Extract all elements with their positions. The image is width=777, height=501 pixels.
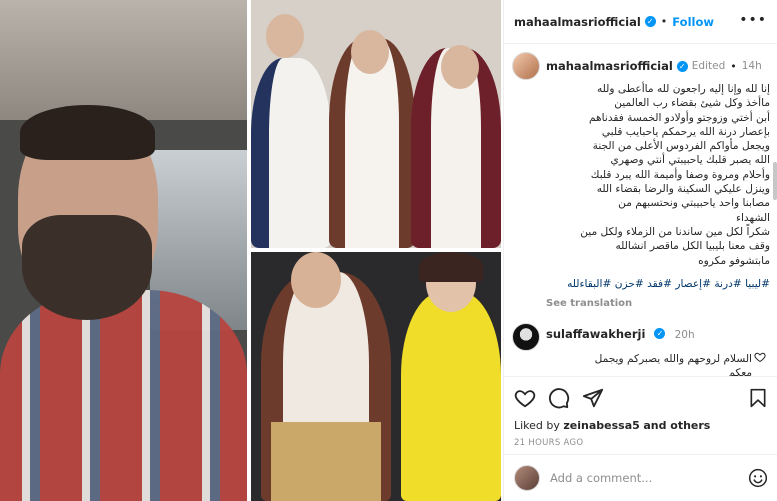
bookmark-icon[interactable] — [748, 387, 768, 409]
photo-man-in-car — [0, 0, 247, 501]
comment-heart-icon[interactable] — [754, 351, 766, 363]
scrollbar-thumb[interactable] — [773, 162, 777, 200]
comment-text: السلام لروحهم والله يصبركم ويجمل معكم — [594, 352, 752, 376]
likes-suffix[interactable]: and others — [643, 419, 710, 432]
verified-badge-icon: ✓ — [676, 60, 688, 72]
more-dots-icon[interactable]: ••• — [739, 12, 767, 28]
caption-text: إنا لله وإنا إليه راجعون لله ماأعطى ولله… — [580, 83, 770, 267]
post-timestamp[interactable]: 21 HOURS AGO — [514, 438, 768, 448]
comment-time[interactable]: 20h — [675, 329, 695, 341]
follow-button[interactable]: Follow — [672, 15, 714, 29]
edited-label: Edited — [691, 60, 726, 72]
heart-icon[interactable] — [514, 387, 536, 409]
separator-dot: • — [730, 59, 737, 73]
comments-scroll-area[interactable]: mahaalmasriofficial ✓ Edited • 14h إنا ل… — [504, 44, 777, 376]
verified-badge-icon: ✓ — [654, 327, 666, 339]
caption-time[interactable]: 14h — [742, 60, 762, 72]
likes-prefix: Liked by — [514, 419, 560, 432]
comment-username[interactable]: sulaffawakherji — [546, 327, 645, 341]
comment-item: sulaffawakherji ✓ 20h السلام لروحهم والل… — [512, 322, 772, 376]
header-username[interactable]: mahaalmasriofficial — [514, 15, 641, 29]
verified-badge-icon: ✓ — [644, 16, 656, 27]
post-side-panel: mahaalmasriofficial ✓ • Follow ••• mahaa… — [503, 0, 777, 501]
instagram-post: mahaalmasriofficial ✓ • Follow ••• mahaa… — [0, 0, 777, 501]
avatar[interactable] — [512, 52, 540, 80]
photo-boy-and-girl — [251, 252, 501, 501]
caption-hashtags[interactable]: #ليبيا #درنة #إعصار #فقد #حزن #البقاءلله — [546, 278, 770, 290]
add-comment-input[interactable] — [550, 471, 748, 485]
add-comment-bar — [504, 454, 777, 501]
likes-user[interactable]: zeinabessa5 — [563, 419, 639, 432]
post-header: mahaalmasriofficial ✓ • Follow ••• — [504, 0, 777, 44]
photo-three-boys — [251, 0, 501, 248]
share-icon[interactable] — [582, 387, 604, 409]
see-translation-link[interactable]: See translation — [546, 298, 772, 309]
likes-summary[interactable]: Liked by zeinabessa5 and others — [514, 419, 768, 432]
post-media-collage[interactable] — [0, 0, 503, 501]
post-actions: Liked by zeinabessa5 and others 21 HOURS… — [504, 376, 777, 448]
comment-icon[interactable] — [548, 387, 570, 409]
avatar[interactable] — [512, 322, 540, 351]
avatar[interactable] — [514, 465, 540, 491]
separator-dot: • — [660, 15, 668, 28]
emoji-icon[interactable] — [748, 468, 768, 488]
caption-username[interactable]: mahaalmasriofficial — [546, 59, 673, 73]
caption-header: mahaalmasriofficial ✓ Edited • 14h — [512, 52, 772, 80]
